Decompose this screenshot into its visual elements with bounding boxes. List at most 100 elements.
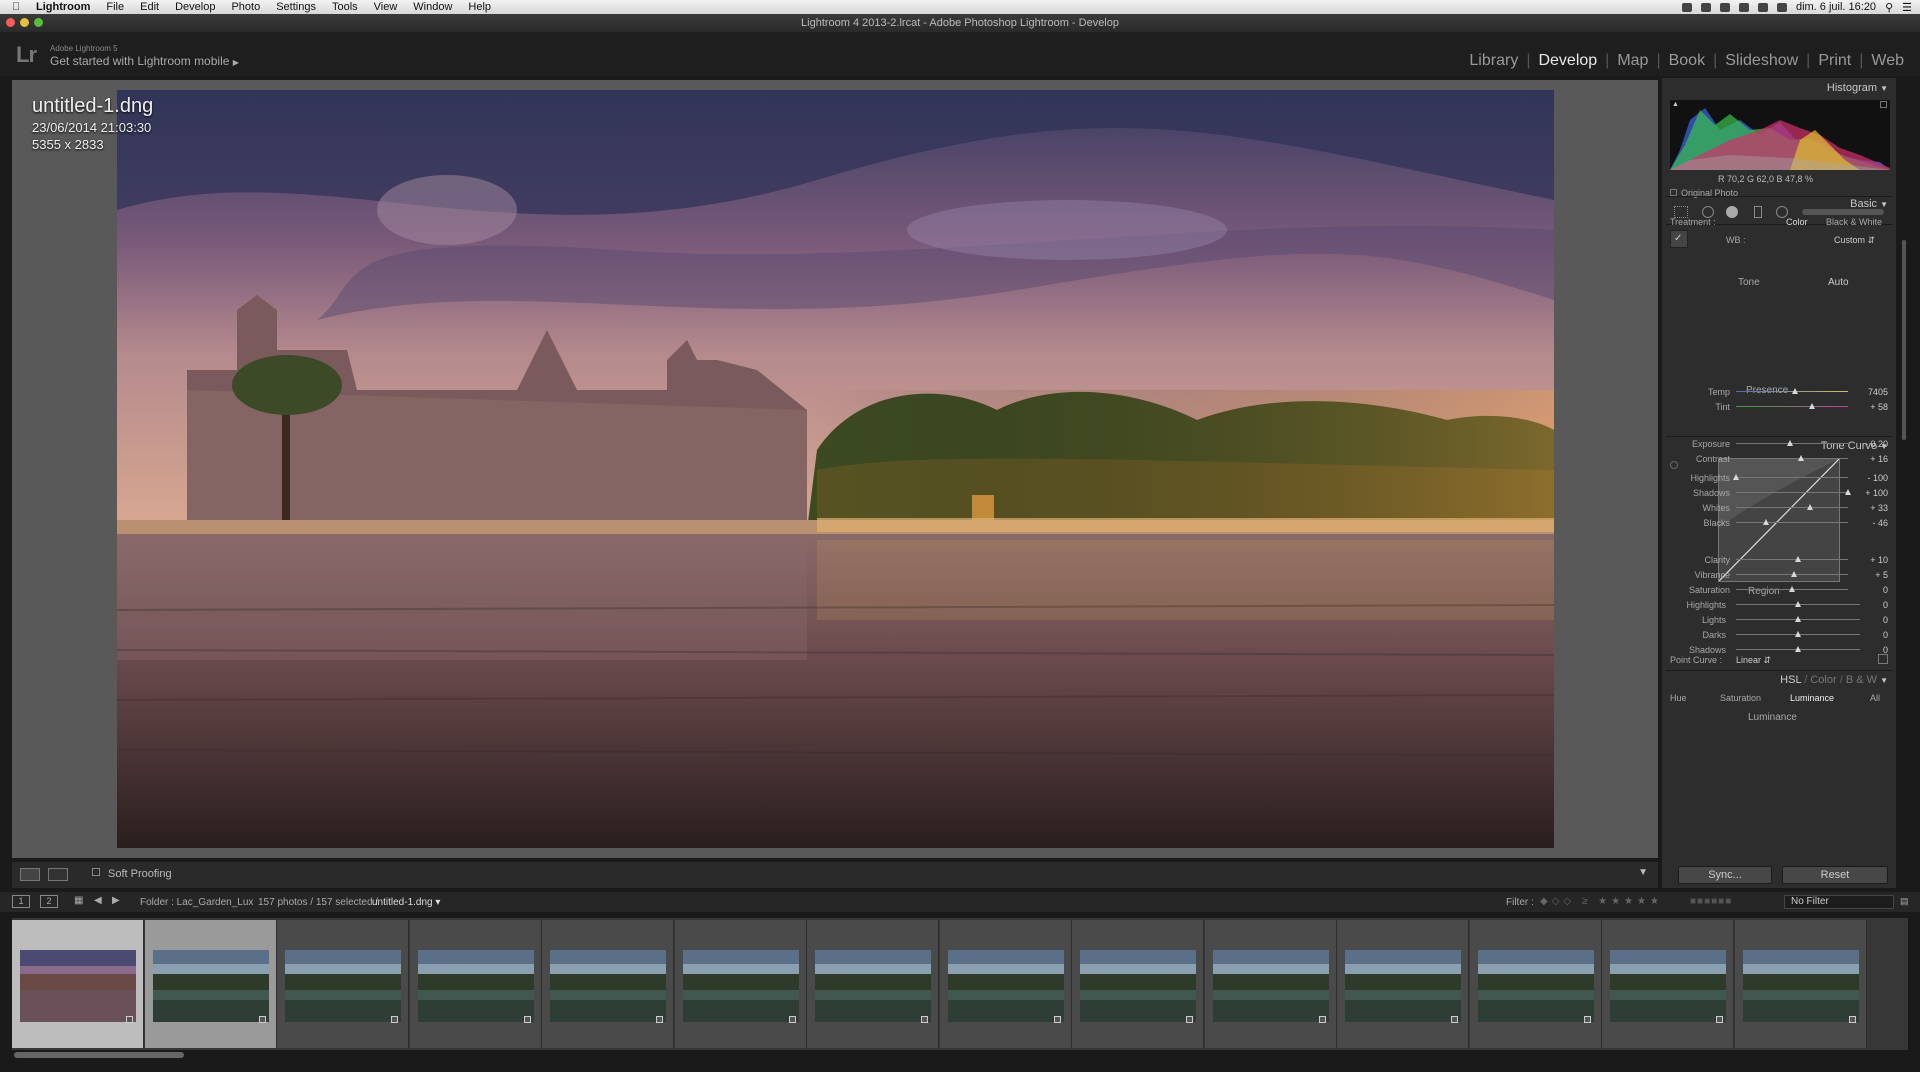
- slider-thumb[interactable]: [1797, 455, 1804, 461]
- slider-thumb[interactable]: [1791, 571, 1798, 577]
- reset-button[interactable]: Reset: [1782, 866, 1888, 884]
- hsl-subtab-saturation[interactable]: Saturation: [1720, 693, 1761, 703]
- slider-shadows[interactable]: [1736, 489, 1851, 497]
- volume-icon[interactable]: [1776, 2, 1787, 12]
- slider-tint[interactable]: [1736, 403, 1848, 411]
- slider-track[interactable]: [1736, 522, 1848, 523]
- slider-value-clarity[interactable]: + 10: [1870, 555, 1888, 565]
- slider-whites[interactable]: [1736, 504, 1848, 512]
- treatment-color[interactable]: Color: [1786, 217, 1808, 227]
- slider-thumb[interactable]: [1733, 474, 1739, 480]
- treatment-bw[interactable]: Black & White: [1826, 217, 1882, 227]
- status-icon[interactable]: [1700, 2, 1711, 12]
- slider-track[interactable]: [1736, 406, 1848, 407]
- minimize-window-button[interactable]: [20, 18, 29, 27]
- module-web[interactable]: Web: [1863, 52, 1912, 70]
- slider-value-vibrance[interactable]: + 5: [1875, 570, 1888, 580]
- notification-center-icon[interactable]: ☰: [1902, 1, 1912, 14]
- slider-value-shadows[interactable]: + 100: [1865, 488, 1888, 498]
- menu-item-develop[interactable]: Develop: [175, 1, 215, 13]
- filmstrip-thumbnail[interactable]: [409, 920, 542, 1048]
- right-panel-scrollbar[interactable]: [1902, 240, 1906, 440]
- menu-item-settings[interactable]: Settings: [276, 1, 316, 13]
- hsl-subtab-hue[interactable]: Hue: [1670, 693, 1687, 703]
- main-window-button[interactable]: 1: [12, 895, 30, 908]
- filmstrip-thumbnail[interactable]: [1204, 920, 1337, 1048]
- slider-thumb[interactable]: [1792, 388, 1799, 394]
- toolbar-menu-icon[interactable]: ▼: [1638, 867, 1648, 878]
- slider-value-exposure[interactable]: - 0,20: [1865, 439, 1888, 449]
- filmstrip-thumbnail[interactable]: [1469, 920, 1602, 1048]
- region-slider-lights[interactable]: [1736, 616, 1860, 624]
- menu-item-photo[interactable]: Photo: [231, 1, 260, 13]
- soft-proofing-checkbox[interactable]: [92, 868, 100, 876]
- grid-view-icon[interactable]: ▦: [74, 895, 83, 906]
- secondary-window-button[interactable]: 2: [40, 895, 58, 908]
- filter-lock-icon[interactable]: ▤: [1900, 896, 1909, 907]
- slider-blacks[interactable]: [1736, 519, 1848, 527]
- menu-item-lightroom[interactable]: Lightroom: [36, 1, 90, 13]
- slider-thumb[interactable]: [1795, 616, 1801, 622]
- slider-thumb[interactable]: [1763, 519, 1770, 525]
- slider-thumb[interactable]: [1795, 646, 1801, 652]
- region-value-darks[interactable]: 0: [1883, 630, 1888, 640]
- filter-rating-stars[interactable]: ◆◇◇ ≥ ★★★★★: [1540, 896, 1663, 907]
- region-value-highlights[interactable]: 0: [1883, 600, 1888, 610]
- filmstrip-thumbnail[interactable]: [1337, 920, 1469, 1048]
- auto-tone-button[interactable]: Auto: [1828, 277, 1849, 288]
- sync-button[interactable]: Sync...: [1678, 866, 1772, 884]
- point-curve-dropdown[interactable]: Linear ⇵: [1736, 655, 1771, 666]
- slider-saturation[interactable]: [1736, 586, 1848, 594]
- slider-thumb[interactable]: [1786, 440, 1793, 446]
- loupe-view[interactable]: untitled-1.dng 23/06/2014 21:03:30 5355 …: [12, 80, 1658, 858]
- slider-value-contrast[interactable]: + 16: [1870, 454, 1888, 464]
- slider-value-blacks[interactable]: - 46: [1872, 518, 1888, 528]
- slider-contrast[interactable]: [1736, 455, 1848, 463]
- module-slideshow[interactable]: Slideshow: [1717, 52, 1806, 70]
- menu-item-window[interactable]: Window: [413, 1, 452, 13]
- histogram-header[interactable]: Histogram ▼: [1662, 82, 1896, 96]
- loupe-view-button[interactable]: [20, 868, 40, 881]
- basic-header[interactable]: Basic ▼: [1662, 198, 1896, 212]
- region-slider-shadows[interactable]: [1736, 646, 1860, 654]
- slider-value-tint[interactable]: + 58: [1870, 402, 1888, 412]
- slider-value-saturation[interactable]: 0: [1883, 585, 1888, 595]
- menu-item-view[interactable]: View: [374, 1, 398, 13]
- region-slider-highlights[interactable]: [1736, 601, 1860, 609]
- filmstrip-thumbnail[interactable]: [939, 920, 1072, 1048]
- wb-dropdown[interactable]: Custom ⇵: [1834, 235, 1875, 246]
- status-icon[interactable]: [1719, 2, 1730, 12]
- slider-thumb[interactable]: [1795, 601, 1801, 607]
- filmstrip-thumbnail[interactable]: [1734, 920, 1867, 1048]
- spotlight-icon[interactable]: ⚲: [1885, 1, 1893, 14]
- slider-exposure[interactable]: [1736, 440, 1848, 448]
- filmstrip-scrollbar[interactable]: [14, 1052, 184, 1058]
- slider-track[interactable]: [1736, 458, 1848, 459]
- white-balance-selector-icon[interactable]: ✓: [1670, 230, 1688, 248]
- menu-item-tools[interactable]: Tools: [332, 1, 358, 13]
- apple-icon[interactable]: : [12, 1, 28, 13]
- slider-track[interactable]: [1736, 507, 1848, 508]
- highlight-clipping-icon[interactable]: [1880, 101, 1887, 108]
- filmstrip-thumbnail[interactable]: [542, 920, 674, 1048]
- hsl-tab-color[interactable]: Color: [1810, 674, 1836, 686]
- collapse-triangle-icon[interactable]: ▼: [1880, 676, 1888, 685]
- filter-color-labels[interactable]: ■■■■■■: [1690, 896, 1732, 907]
- slider-vibrance[interactable]: [1736, 571, 1848, 579]
- slider-clarity[interactable]: [1736, 556, 1848, 564]
- hsl-subtab-all[interactable]: All: [1870, 693, 1880, 703]
- slider-track[interactable]: [1736, 477, 1848, 478]
- hsl-tab-bw[interactable]: B & W: [1846, 674, 1877, 686]
- forward-arrow-icon[interactable]: ▶: [112, 895, 120, 906]
- module-library[interactable]: Library: [1461, 52, 1526, 70]
- status-icon[interactable]: [1681, 2, 1692, 12]
- filmstrip-thumbnail[interactable]: [277, 920, 409, 1048]
- clock[interactable]: dim. 6 juil. 16:20: [1796, 1, 1876, 13]
- histogram[interactable]: ▲: [1670, 100, 1890, 170]
- hsl-subtab-luminance[interactable]: Luminance: [1790, 693, 1834, 703]
- edit-point-curve-icon[interactable]: [1878, 654, 1888, 664]
- slider-thumb[interactable]: [1794, 556, 1801, 562]
- filmstrip-thumbnail[interactable]: [144, 920, 277, 1048]
- back-arrow-icon[interactable]: ◀: [94, 895, 102, 906]
- slider-thumb[interactable]: [1795, 631, 1801, 637]
